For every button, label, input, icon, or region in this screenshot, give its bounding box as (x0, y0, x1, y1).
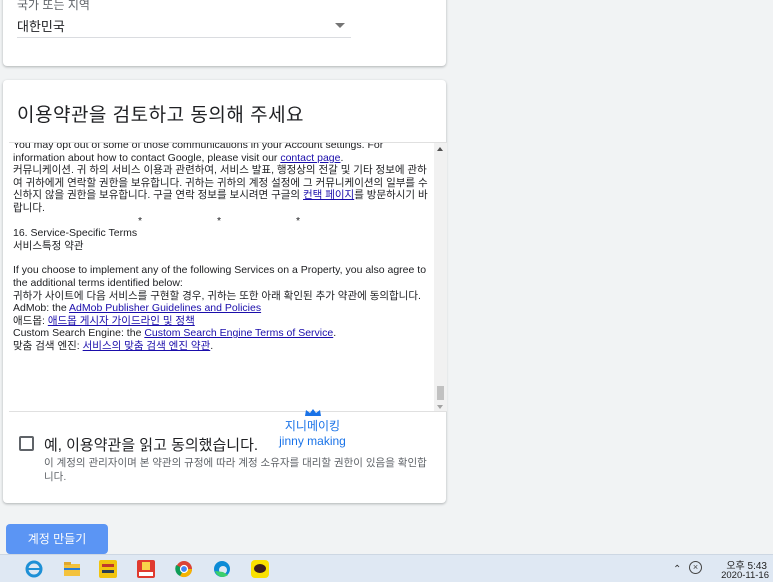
terms-text: . (333, 327, 337, 340)
system-tray: ⌃ × 오후 5:43 2020-11-16 (673, 555, 773, 582)
country-select-value: 대한민국 (17, 19, 65, 34)
section-heading-ko: 서비스특정 약관 (13, 239, 84, 252)
terms-paragraph-ko: 커뮤니케이션. 귀 하의 서비스 이용과 관련하여, 서비스 발표, 행정상의 … (13, 164, 431, 214)
section-divider-stars: * * * (137, 214, 337, 227)
admob-policies-ko-link[interactable]: 애드몹 게시자 가이드라인 및 정책 (48, 315, 195, 327)
watermark-english: jinny making (279, 434, 346, 448)
country-select[interactable]: 대한민국 (17, 10, 351, 38)
section-heading-en: 16. Service-Specific Terms (13, 227, 138, 240)
terms-content: You may opt out of some of those communi… (13, 143, 431, 353)
agree-checkbox[interactable] (19, 436, 34, 451)
agree-description: 이 계정의 관리자이며 본 약관의 규정에 따라 계정 소유자를 대리할 권한이… (44, 457, 427, 483)
notification-icon[interactable]: × (689, 561, 702, 574)
contact-page-ko-link[interactable]: 컨택 페이지 (303, 189, 354, 201)
terms-title: 이용약관을 검토하고 동의해 주세요 (17, 105, 305, 126)
scroll-up-arrow-icon[interactable] (437, 147, 443, 151)
admob-ko-line: 애드몹: 애드몹 게시자 가이드라인 및 정책 (13, 315, 431, 328)
cse-line: Custom Search Engine: the Custom Search … (13, 327, 431, 340)
cse-ko-line: 맞춤 검색 엔진: 서비스의 맞춤 검색 엔진 약관. (13, 340, 431, 353)
internet-explorer-icon[interactable] (24, 559, 44, 579)
terms-card: 이용약관을 검토하고 동의해 주세요 You may opt out of so… (3, 80, 447, 503)
terms-text: 애드몹: (13, 314, 48, 327)
show-hidden-icons-icon[interactable]: ⌃ (673, 564, 681, 575)
watermark-korean: 지니메이킹 (284, 419, 341, 433)
file-explorer-icon[interactable] (62, 559, 82, 579)
chrome-icon[interactable] (174, 559, 194, 579)
clock-date[interactable]: 2020-11-16 (721, 570, 769, 581)
create-account-button[interactable]: 계정 만들기 (6, 524, 108, 554)
cse-terms-ko-link[interactable]: 서비스의 맞춤 검색 엔진 약관 (83, 340, 211, 352)
terms-scrollbar[interactable] (434, 143, 447, 411)
crown-icon (304, 409, 321, 416)
agree-label[interactable]: 예, 이용약관을 읽고 동의했습니다. (44, 434, 258, 455)
terms-text: 맞춤 검색 엔진: (13, 339, 83, 352)
scrollbar-thumb[interactable] (437, 386, 444, 400)
admob-policies-link[interactable]: AdMob Publisher Guidelines and Policies (69, 302, 261, 314)
terms-paragraph-en: You may opt out of some of those communi… (13, 143, 431, 164)
terms-text: . (340, 151, 344, 164)
terms-scroll-box[interactable]: You may opt out of some of those communi… (9, 142, 447, 412)
taskbar: ⌃ × 오후 5:43 2020-11-16 (0, 554, 773, 582)
edge-icon[interactable] (212, 559, 232, 579)
contact-page-link[interactable]: contact page (280, 152, 340, 164)
scroll-down-arrow-icon[interactable] (437, 405, 443, 409)
terms-paragraph-ko: 귀하가 사이트에 다음 서비스를 구현할 경우, 귀하는 또한 아래 확인된 추… (13, 289, 421, 302)
dropdown-arrow-icon (335, 23, 345, 28)
watermark: 지니메이킹 jinny making (275, 409, 350, 448)
clip-icon[interactable] (136, 559, 156, 579)
terms-text: . (210, 339, 214, 352)
admob-line: AdMob: the AdMob Publisher Guidelines an… (13, 302, 431, 315)
terms-text: AdMob: the (13, 302, 70, 315)
cse-terms-link[interactable]: Custom Search Engine Terms of Service (144, 327, 333, 339)
country-card: 국가 또는 지역 대한민국 (3, 0, 446, 66)
terms-paragraph-en: If you choose to implement any of the fo… (13, 264, 427, 289)
terms-text: Custom Search Engine: the (13, 327, 145, 340)
app-icon[interactable] (98, 559, 118, 579)
kakaotalk-icon[interactable] (250, 559, 270, 579)
